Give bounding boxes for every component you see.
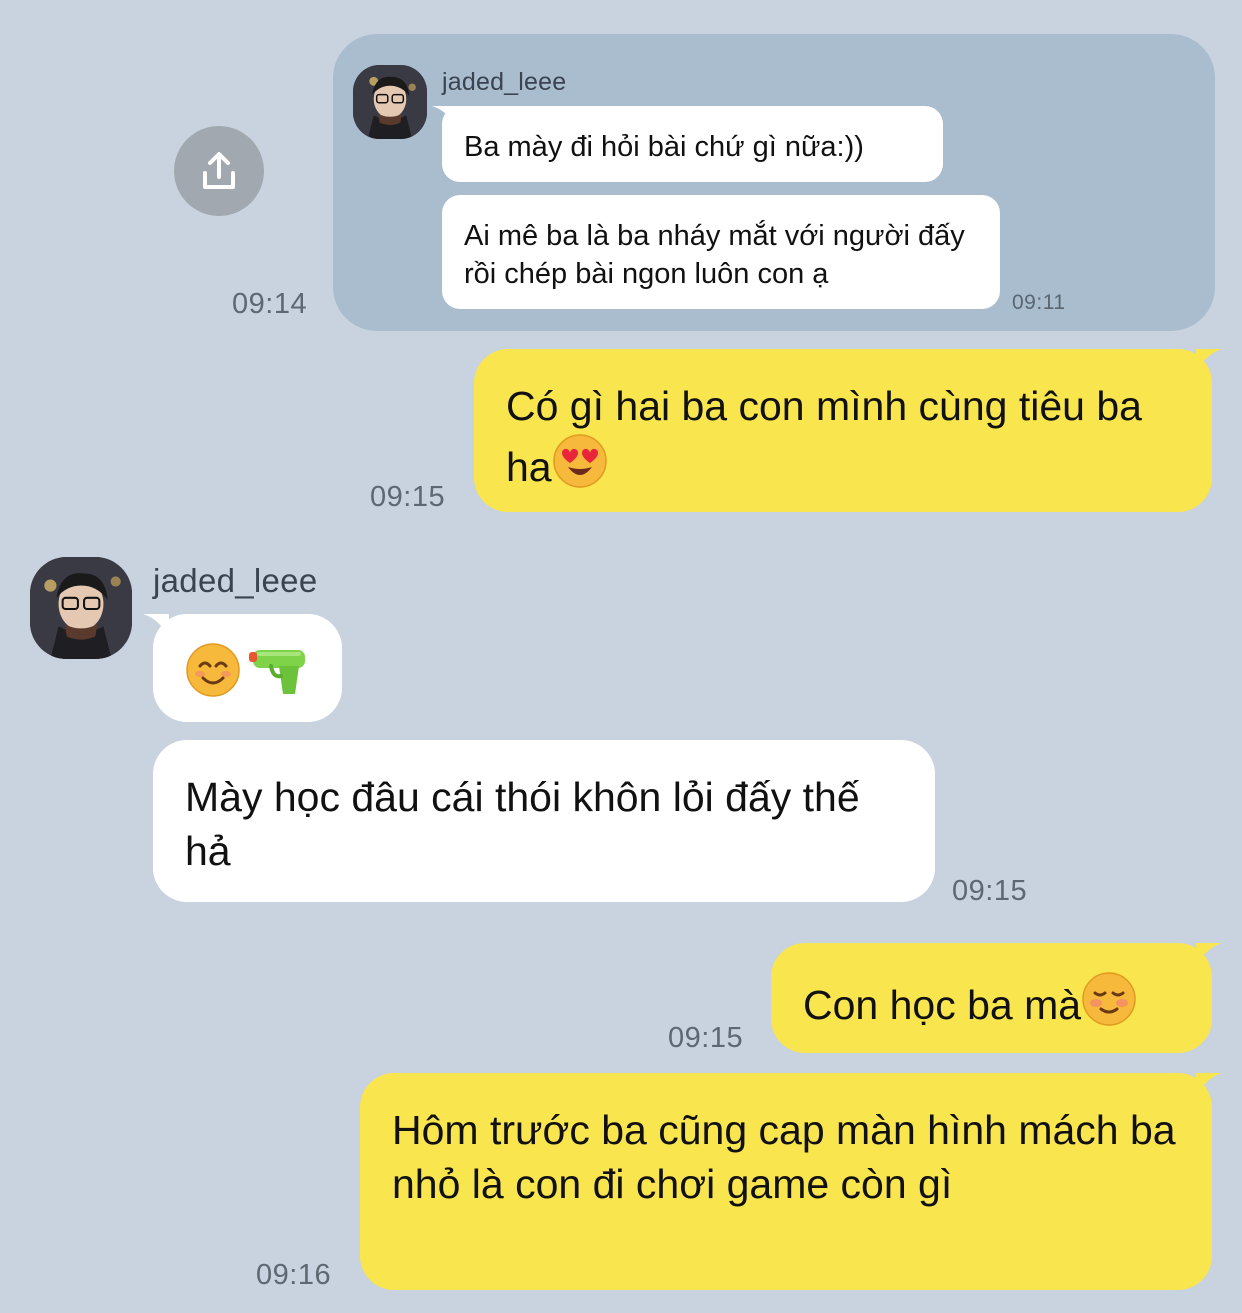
sender-avatar[interactable] <box>30 557 132 659</box>
forward-sent-time: 09:14 <box>232 288 308 320</box>
bubble-tail-icon <box>1196 349 1222 371</box>
bubble-tail-icon <box>1196 1073 1222 1095</box>
bubble-tail-icon <box>143 614 169 636</box>
smiling-face-emoji <box>186 643 240 697</box>
message-time: 09:15 <box>668 1022 744 1054</box>
incoming-emoji-bubble[interactable] <box>143 614 342 722</box>
forwarded-message-card[interactable]: jaded_leee Ba mày đi hỏi bài chứ gì nữa:… <box>333 34 1215 331</box>
heart-eyes-emoji <box>552 434 607 488</box>
smiling-blush-emoji <box>1082 972 1136 1026</box>
bubble-tail-icon <box>432 106 458 128</box>
forwarded-message-text: Ba mày đi hỏi bài chứ gì nữa:)) <box>464 131 864 163</box>
forwarded-inner-time: 09:11 <box>1012 291 1066 314</box>
incoming-bubble[interactable]: Mày học đâu cái thói khôn lỏi đấy thế hả <box>153 740 935 902</box>
outgoing-bubble[interactable]: Con học ba mà <box>771 943 1222 1053</box>
message-text: Con học ba mà <box>803 982 1082 1028</box>
bubble-tail-icon <box>1196 943 1222 965</box>
forwarded-bubble-2[interactable]: Ai mê ba là ba nháy mắt với người đấy rồ… <box>442 195 1000 309</box>
forwarded-bubble-1[interactable]: Ba mày đi hỏi bài chứ gì nữa:)) <box>432 106 943 182</box>
sender-avatar[interactable] <box>353 65 427 139</box>
outgoing-bubble[interactable]: Hôm trước ba cũng cap màn hình mách ba n… <box>360 1073 1222 1290</box>
avatar-photo <box>30 557 132 659</box>
water-pistol-emoji <box>249 650 305 694</box>
forward-sender-name: jaded_leee <box>442 68 567 96</box>
outgoing-bubble[interactable]: Có gì hai ba con mình cùng tiêu ba ha <box>474 349 1222 512</box>
message-text: Mày học đâu cái thói khôn lỏi đấy thế hả <box>185 774 860 874</box>
message-time: 09:15 <box>370 481 446 513</box>
message-text: Hôm trước ba cũng cap màn hình mách ba n… <box>392 1107 1176 1207</box>
message-time: 09:15 <box>952 875 1028 907</box>
avatar-photo <box>353 65 427 139</box>
share-button[interactable] <box>174 126 264 216</box>
sender-name: jaded_leee <box>153 562 318 599</box>
share-upload-icon <box>203 152 235 189</box>
message-time: 09:16 <box>256 1259 332 1291</box>
forwarded-message-text: Ai mê ba là ba nháy mắt với người đấy rồ… <box>464 220 965 290</box>
